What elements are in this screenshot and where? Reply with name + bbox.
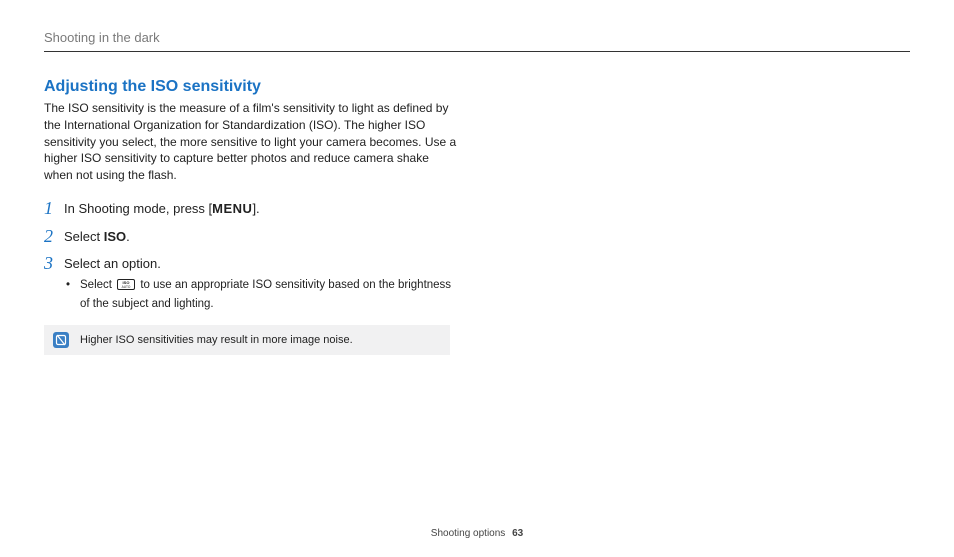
footer-section: Shooting options [431, 528, 506, 539]
section-title: Adjusting the ISO sensitivity [44, 78, 459, 96]
step-number: 2 [44, 226, 64, 248]
page-footer: Shooting options 63 [0, 528, 954, 539]
step-text-pre: Select [64, 229, 104, 244]
page-number: 63 [512, 528, 523, 539]
note-text: Higher ISO sensitivities may result in m… [80, 334, 353, 346]
iso-label: ISO [104, 229, 126, 244]
menu-button-label: MENU [212, 201, 252, 216]
step-text: Select ISO. [64, 226, 130, 246]
step-text-post: . [126, 229, 130, 244]
step-text: In Shooting mode, press [MENU]. [64, 198, 260, 218]
intro-paragraph: The ISO sensitivity is the measure of a … [44, 100, 459, 184]
substep-post: to use an appropriate ISO sensitivity ba… [80, 279, 451, 310]
step-2: 2 Select ISO. [44, 226, 459, 248]
step-3-main: Select an option. [64, 256, 161, 271]
step-text-pre: In Shooting mode, press [ [64, 201, 212, 216]
step-text: Select an option. • Select ISO AUTO [64, 253, 459, 313]
substep-text: Select ISO AUTO to use an appropriate IS… [80, 277, 459, 312]
step-text-post: ]. [252, 201, 259, 216]
svg-text:AUTO: AUTO [122, 286, 131, 290]
page-content: Shooting in the dark Adjusting the ISO s… [44, 30, 910, 355]
step-number: 3 [44, 253, 64, 275]
page-header-breadcrumb: Shooting in the dark [44, 30, 910, 45]
step-number: 1 [44, 198, 64, 220]
steps-list: 1 In Shooting mode, press [MENU]. 2 Sele… [44, 198, 459, 313]
iso-auto-icon: ISO AUTO [117, 279, 135, 296]
note-box: Higher ISO sensitivities may result in m… [44, 325, 450, 355]
header-divider [44, 51, 910, 52]
step-3: 3 Select an option. • Select ISO [44, 253, 459, 313]
substep-pre: Select [80, 279, 115, 291]
note-icon [52, 331, 70, 349]
main-column: Adjusting the ISO sensitivity The ISO se… [44, 78, 459, 355]
substep-1: • Select ISO AUTO to use an appropriate … [64, 277, 459, 312]
step-1: 1 In Shooting mode, press [MENU]. [44, 198, 459, 220]
bullet-icon: • [64, 277, 80, 312]
substeps-list: • Select ISO AUTO to use an appropriate … [64, 277, 459, 312]
